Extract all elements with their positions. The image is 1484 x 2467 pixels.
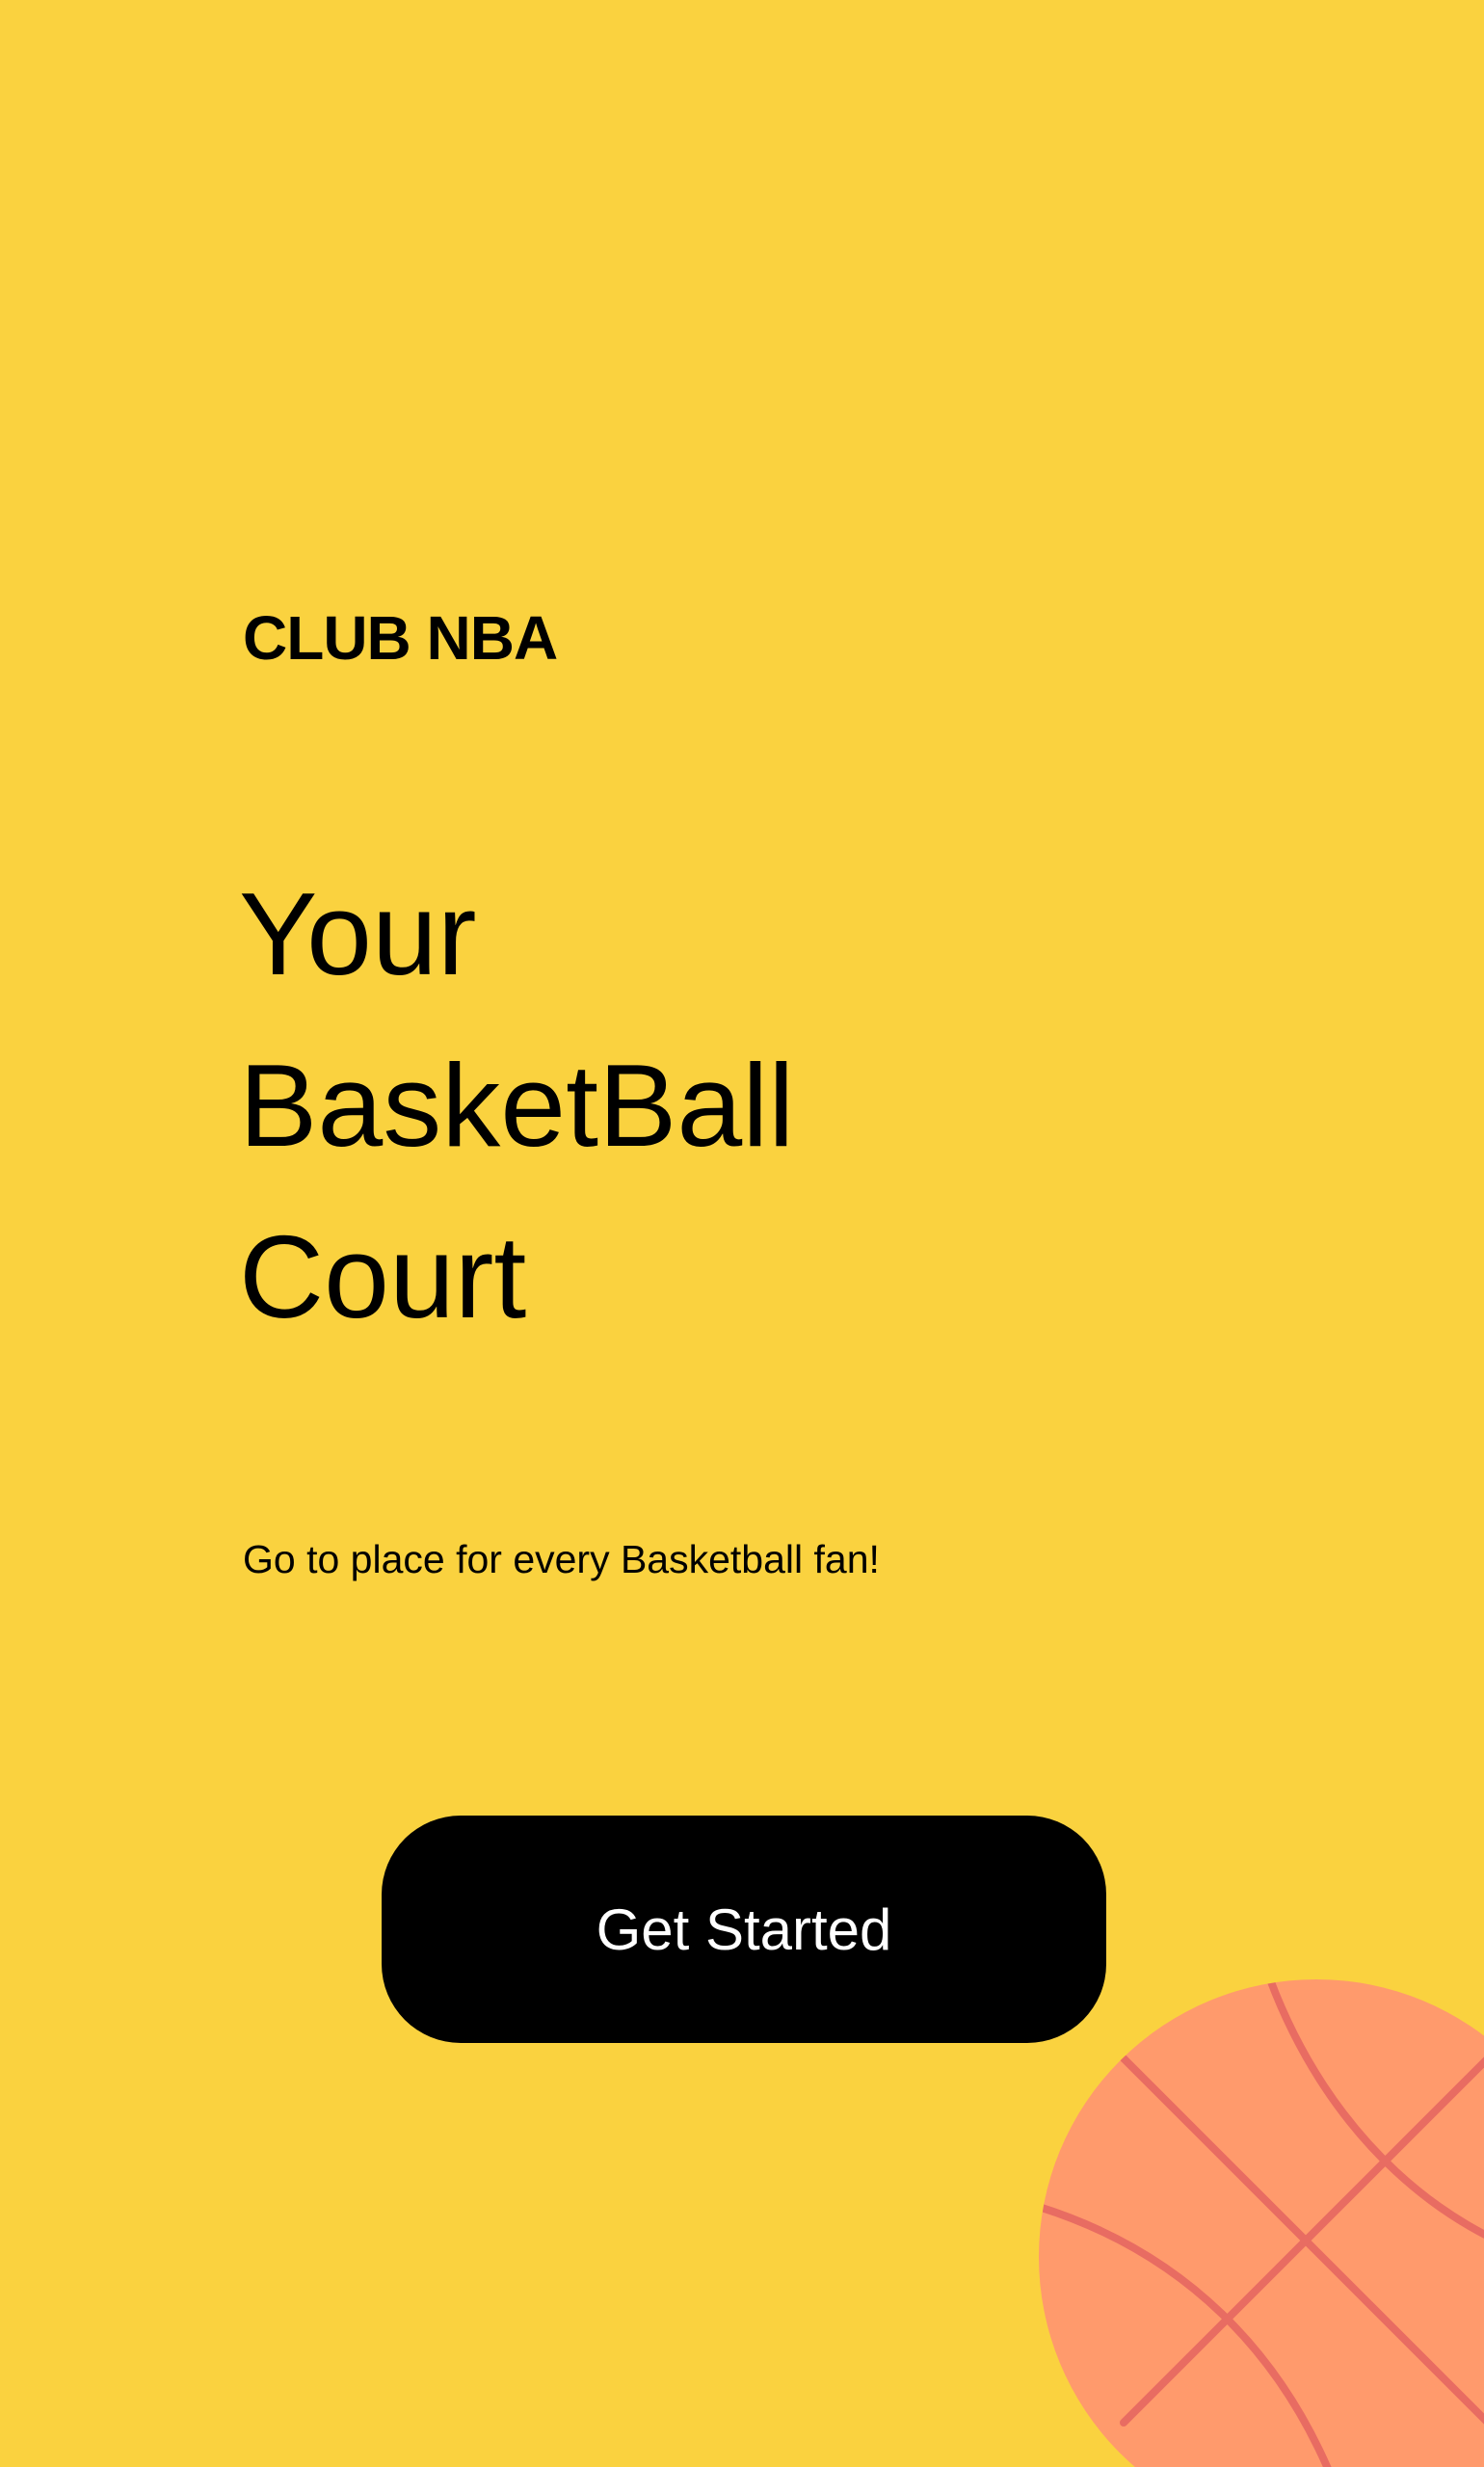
- hero-headline: Your BasketBall Court: [239, 848, 1203, 1363]
- headline-line-3: Court: [239, 1211, 527, 1342]
- brand-title: CLUB NBA: [243, 603, 558, 673]
- ball-body: [1039, 1979, 1484, 2467]
- onboarding-screen: CLUB NBA Your BasketBall Court Go to pla…: [0, 0, 1484, 2467]
- get-started-button[interactable]: Get Started: [382, 1816, 1106, 2043]
- headline-line-2: BasketBall: [239, 1040, 795, 1171]
- headline-line-1: Your: [239, 868, 477, 999]
- hero-tagline: Go to place for every Basketball fan!: [243, 1537, 880, 1581]
- basketball-icon: [1039, 1979, 1484, 2467]
